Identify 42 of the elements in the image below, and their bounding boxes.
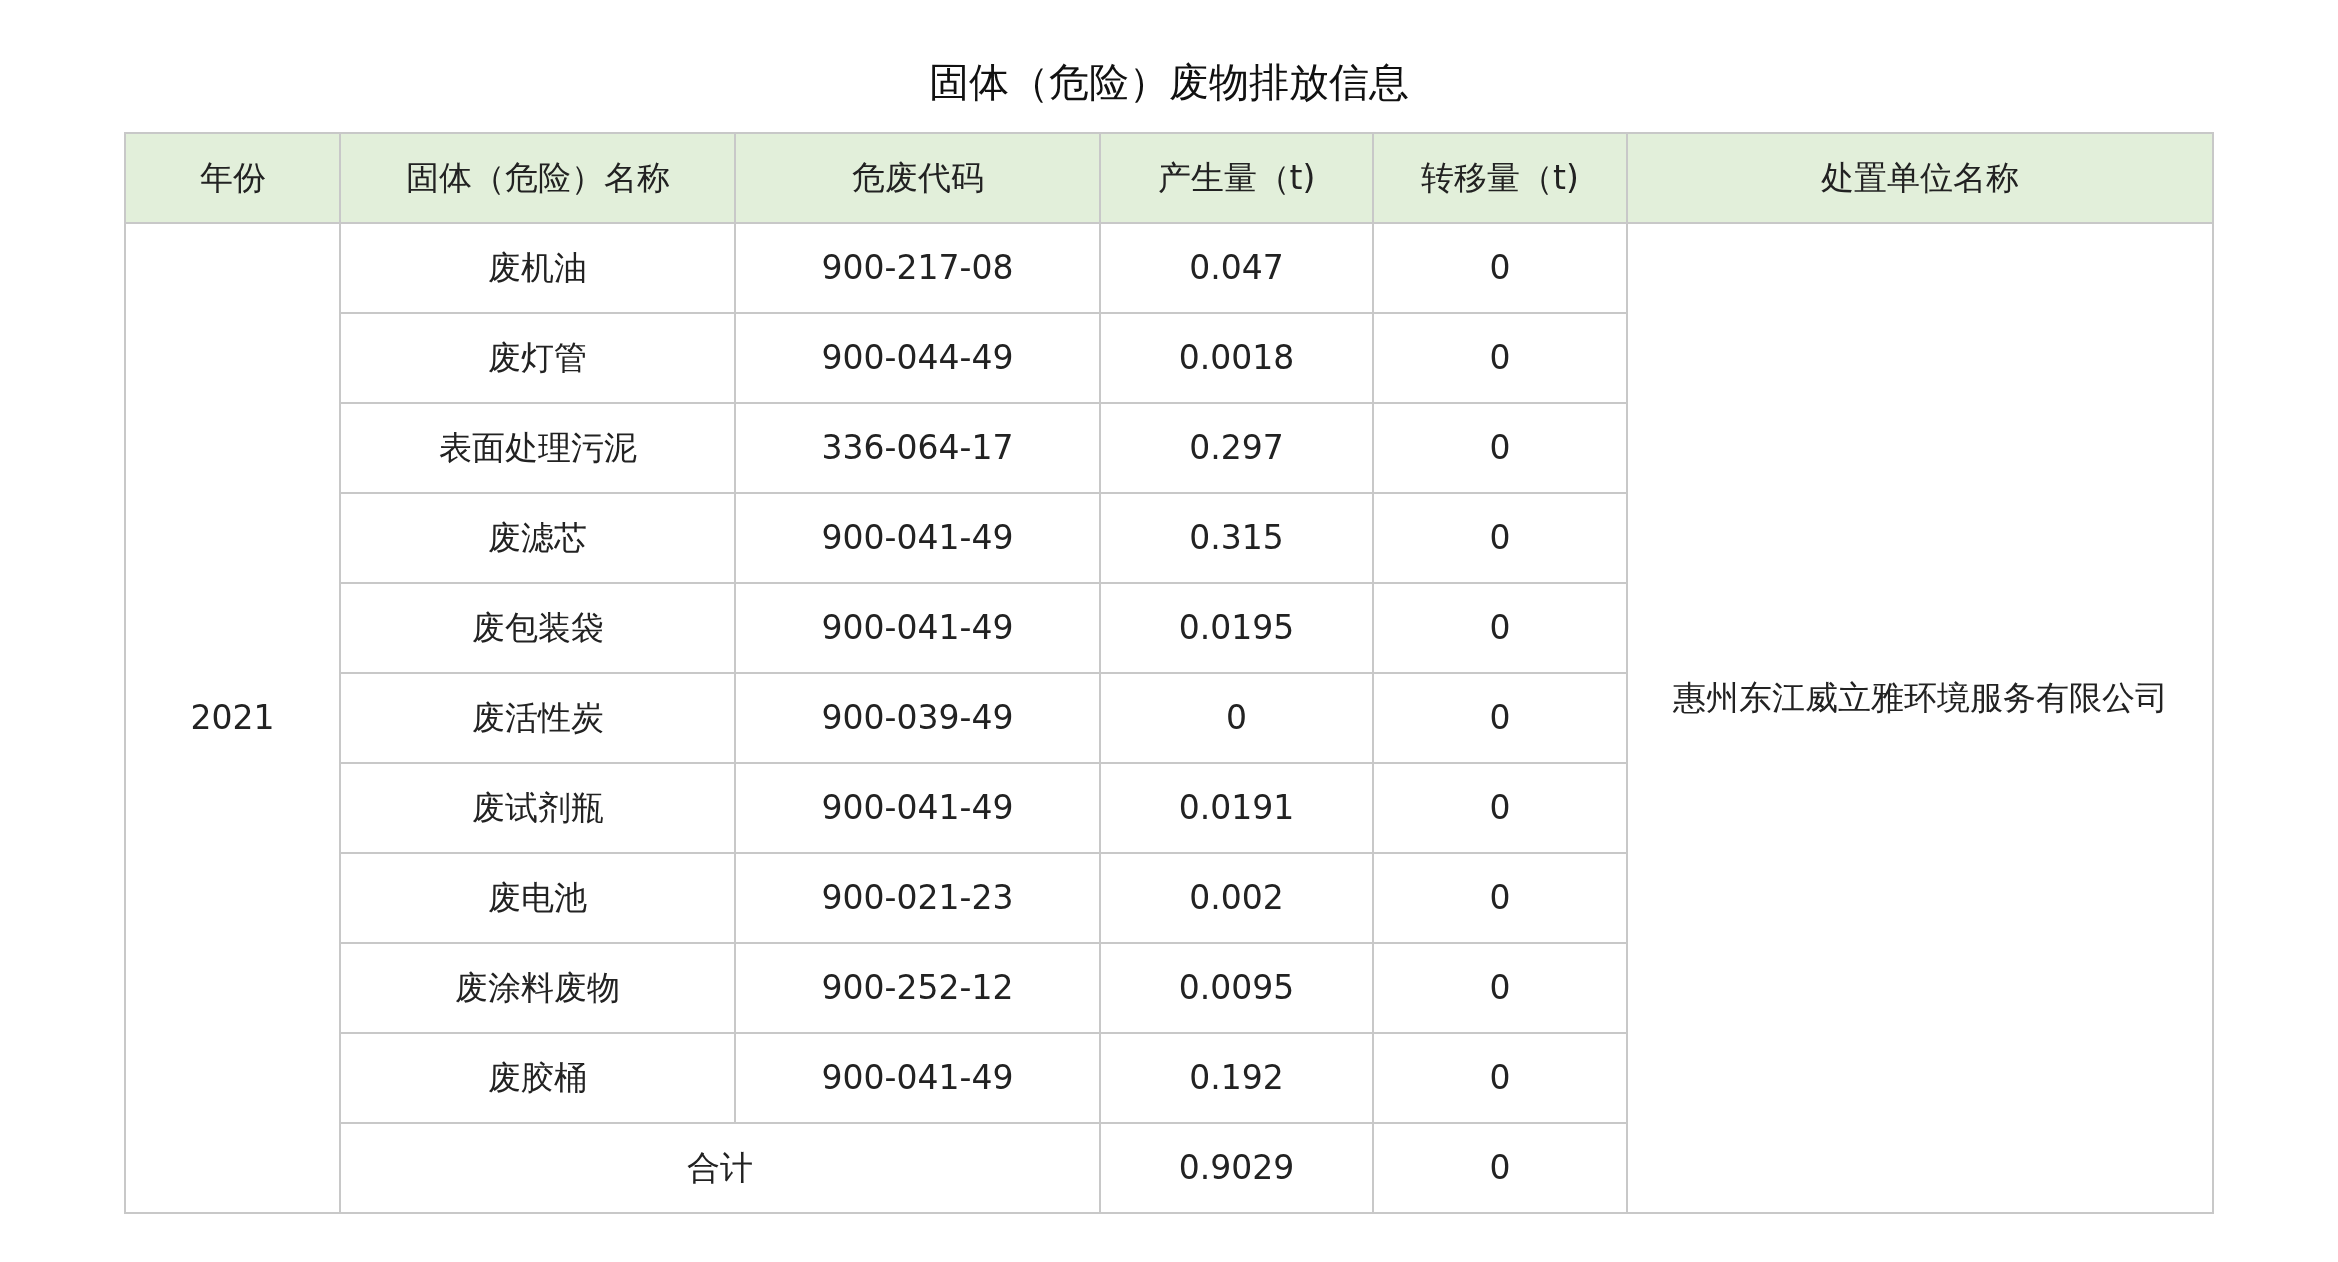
table-cell: 336-064-17 xyxy=(735,403,1100,493)
table-cell: 废灯管 xyxy=(340,313,735,403)
table-cell: 0.315 xyxy=(1100,493,1373,583)
table-cell: 0 xyxy=(1373,223,1627,313)
year-cell: 2021 xyxy=(125,223,340,1213)
table-cell: 900-041-49 xyxy=(735,493,1100,583)
table-cell: 0.9029 xyxy=(1100,1123,1373,1213)
table-cell: 废滤芯 xyxy=(340,493,735,583)
table-cell: 900-041-49 xyxy=(735,763,1100,853)
table-cell: 0.0195 xyxy=(1100,583,1373,673)
total-label-cell: 合计 xyxy=(340,1123,1100,1213)
column-header: 产生量（t) xyxy=(1100,133,1373,223)
column-header: 危废代码 xyxy=(735,133,1100,223)
table-cell: 表面处理污泥 xyxy=(340,403,735,493)
table-cell: 900-041-49 xyxy=(735,583,1100,673)
table-cell: 0.0191 xyxy=(1100,763,1373,853)
column-header: 转移量（t) xyxy=(1373,133,1627,223)
table-cell: 废胶桶 xyxy=(340,1033,735,1123)
table-cell: 0.002 xyxy=(1100,853,1373,943)
table-cell: 0.297 xyxy=(1100,403,1373,493)
table-cell: 900-217-08 xyxy=(735,223,1100,313)
table-cell: 900-041-49 xyxy=(735,1033,1100,1123)
table-title: 固体（危险）废物排放信息 xyxy=(929,58,1409,107)
table-cell: 废涂料废物 xyxy=(340,943,735,1033)
table-cell: 废电池 xyxy=(340,853,735,943)
column-header: 年份 xyxy=(125,133,340,223)
column-header: 处置单位名称 xyxy=(1627,133,2213,223)
table-cell: 废机油 xyxy=(340,223,735,313)
table-cell: 废包装袋 xyxy=(340,583,735,673)
table-cell: 0.0018 xyxy=(1100,313,1373,403)
table-cell: 900-044-49 xyxy=(735,313,1100,403)
column-header: 固体（危险）名称 xyxy=(340,133,735,223)
table-cell: 0 xyxy=(1100,673,1373,763)
table-cell: 900-252-12 xyxy=(735,943,1100,1033)
table-cell: 废活性炭 xyxy=(340,673,735,763)
table-cell: 废试剂瓶 xyxy=(340,763,735,853)
table-cell: 0.0095 xyxy=(1100,943,1373,1033)
table-cell: 惠州东江威立雅环境服务有限公司 xyxy=(1627,223,2213,1213)
table-cell: 0.047 xyxy=(1100,223,1373,313)
table-cell: 900-039-49 xyxy=(735,673,1100,763)
table-cell: 0.192 xyxy=(1100,1033,1373,1123)
table-cell: 900-021-23 xyxy=(735,853,1100,943)
